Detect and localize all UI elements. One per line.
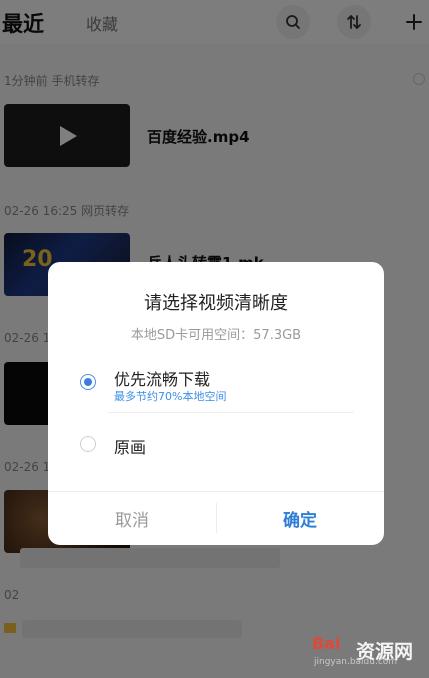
- divider: [108, 412, 354, 413]
- dialog-title: 请选择视频清晰度: [144, 293, 288, 314]
- watermark-logo: Bai: [312, 634, 341, 653]
- radio-unselected-icon[interactable]: [80, 436, 96, 452]
- watermark: Bai 资源网 jingyan.baidu.com: [304, 632, 429, 674]
- video-quality-dialog: 请选择视频清晰度 本地SD卡可用空间：57.3GB 优先流畅下载 最多节约70%…: [48, 262, 384, 545]
- option-label: 优先流畅下载: [114, 370, 211, 389]
- option-smooth-download[interactable]: 优先流畅下载 最多节约70%本地空间: [48, 360, 384, 412]
- watermark-url: jingyan.baidu.com: [314, 657, 398, 667]
- cancel-button[interactable]: 取消: [48, 492, 216, 545]
- storage-info: 本地SD卡可用空间：57.3GB: [130, 328, 302, 343]
- option-hint: 最多节约70%本地空间: [114, 390, 227, 403]
- confirm-button[interactable]: 确定: [216, 492, 384, 545]
- option-label: 原画: [114, 438, 147, 457]
- option-original[interactable]: 原画: [48, 422, 384, 466]
- radio-selected-icon[interactable]: [80, 374, 96, 390]
